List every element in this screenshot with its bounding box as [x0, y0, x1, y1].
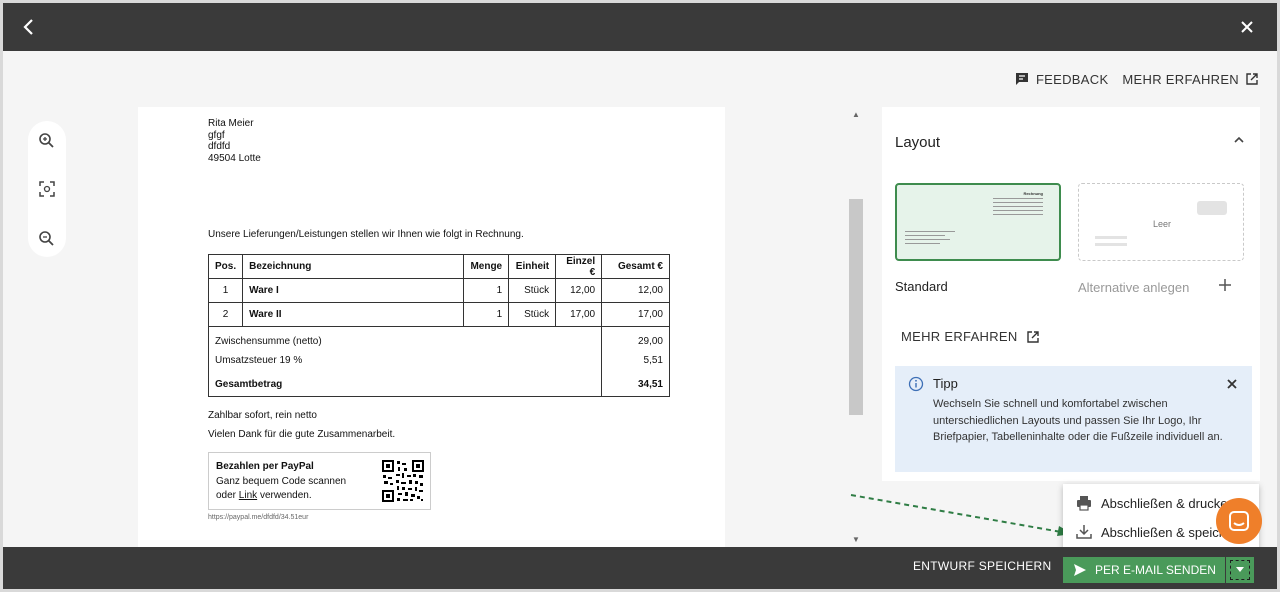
back-icon[interactable]	[17, 15, 41, 39]
info-icon	[908, 376, 924, 392]
table-header: Einzel €	[555, 254, 603, 279]
tip-text: Wechseln Sie schnell und komfortabel zwi…	[933, 398, 1223, 443]
subtotal-label: Zwischensumme (netto)	[215, 336, 322, 347]
table-header: Einheit	[508, 254, 557, 279]
tax-label: Umsatzsteuer 19 %	[215, 355, 303, 366]
external-link-icon	[1026, 330, 1039, 343]
external-link-icon	[1246, 73, 1258, 85]
learn-more-button[interactable]: MEHR ERFAHREN	[1122, 72, 1259, 87]
fit-to-screen-icon[interactable]	[37, 179, 57, 199]
table-row: 1 Ware I 1 Stück 12,00 12,00	[207, 278, 670, 303]
table-header: Gesamt €	[601, 254, 670, 279]
zoom-out-icon[interactable]	[37, 229, 57, 249]
send-email-button[interactable]: PER E-MAIL SENDEN	[1063, 557, 1225, 583]
table-cell: Stück	[508, 302, 557, 327]
table-header: Pos.	[207, 254, 244, 279]
empty-label: Leer	[1152, 219, 1171, 229]
thumbnail-heading: Rechnung	[1023, 191, 1043, 196]
address-line: gfgf	[208, 129, 225, 141]
feedback-button[interactable]: FEEDBACK	[1014, 71, 1108, 87]
totals-row: Zwischensumme (netto) Umsatzsteuer 19 % …	[207, 326, 670, 397]
total-label: Gesamtbetrag	[215, 379, 283, 390]
subtotal-value: 29,00	[637, 336, 663, 347]
table-cell: 17,00	[601, 302, 670, 327]
send-icon	[1074, 564, 1086, 576]
paypal-url: https://paypal.me/dfdfd/34.51eur	[208, 514, 309, 521]
top-links: FEEDBACK MEHR ERFAHREN	[1014, 71, 1259, 87]
table-cell: 1	[207, 278, 244, 303]
invoice-table: Pos. Bezeichnung Menge Einheit Einzel € …	[207, 254, 670, 397]
paypal-link[interactable]: Link	[239, 490, 257, 501]
feedback-label: FEEDBACK	[1035, 71, 1109, 87]
table-header-row: Pos. Bezeichnung Menge Einheit Einzel € …	[207, 254, 670, 279]
send-email-label: PER E-MAIL SENDEN	[1095, 563, 1216, 577]
table-cell: 1	[463, 278, 510, 303]
download-icon	[1076, 525, 1092, 539]
table-cell: Ware I	[242, 278, 465, 303]
paypal-title: Bezahlen per PayPal	[216, 461, 314, 472]
menu-item-label: Abschließen & drucken	[1101, 495, 1235, 511]
thanks-text: Vielen Dank für die gute Zusammenarbeit.	[208, 429, 396, 440]
alternative-label: Alternative anlegen	[1078, 280, 1190, 295]
panel-learn-more-label: MEHR ERFAHREN	[901, 329, 1018, 344]
table-cell: 2	[207, 302, 244, 327]
scrollbar-thumb[interactable]	[849, 199, 863, 415]
address-line: Rita Meier	[208, 118, 254, 129]
annotation-arrow	[850, 494, 1073, 536]
layout-standard-label: Standard	[895, 279, 948, 294]
recipient-address: Rita Meier gfgf dfdfd 49504 Lotte	[208, 118, 261, 164]
chat-icon	[1229, 511, 1249, 531]
address-line: 49504 Lotte	[208, 152, 261, 164]
top-bar	[3, 3, 1277, 51]
learn-more-label: MEHR ERFAHREN	[1122, 71, 1239, 87]
layout-title: Layout	[895, 134, 941, 151]
paypal-text: oder	[216, 490, 237, 501]
tax-value: 5,51	[643, 355, 663, 366]
qr-code-icon	[381, 459, 425, 503]
layout-empty-thumbnail[interactable]: Leer	[1078, 183, 1244, 261]
tip-close-icon[interactable]	[1225, 377, 1239, 396]
preview-scrollbar[interactable]: ▲ ▼	[849, 107, 863, 547]
chevron-up-icon[interactable]	[1232, 133, 1246, 150]
feedback-icon	[1015, 73, 1028, 85]
paypal-line: oder Link verwenden.	[216, 490, 312, 501]
table-cell: Stück	[508, 278, 557, 303]
save-draft-button[interactable]: ENTWURF SPEICHERN	[913, 559, 1051, 573]
payment-terms: Zahlbar sofort, rein netto	[208, 410, 317, 421]
zoom-in-icon[interactable]	[37, 131, 57, 151]
app-window: FEEDBACK MEHR ERFAHREN Rita Meier gfgf d…	[3, 3, 1277, 589]
table-cell: Ware II	[242, 302, 465, 327]
paypal-line: Ganz bequem Code scannen	[216, 476, 347, 487]
scroll-up-icon[interactable]: ▲	[852, 110, 860, 119]
tip-box: Tipp Wechseln Sie schnell und komfortabe…	[895, 366, 1252, 472]
total-value: 34,51	[637, 379, 663, 390]
panel-learn-more-button[interactable]: MEHR ERFAHREN	[901, 329, 1040, 344]
paypal-text: verwenden.	[259, 490, 312, 501]
table-header: Menge	[463, 254, 510, 279]
table-row: 2 Ware II 1 Stück 17,00 17,00	[207, 302, 670, 327]
chat-widget[interactable]	[1216, 498, 1262, 544]
zoom-controls	[28, 121, 66, 257]
tip-title: Tipp	[933, 376, 958, 391]
bottom-bar: ENTWURF SPEICHERN PER E-MAIL SENDEN	[3, 547, 1277, 589]
paypal-box: Bezahlen per PayPal Ganz bequem Code sca…	[208, 452, 431, 510]
layout-panel: Layout Rechnung Standard Leer Alternativ…	[882, 107, 1260, 481]
close-icon[interactable]	[1235, 15, 1259, 39]
invoice-preview: Rita Meier gfgf dfdfd 49504 Lotte Unsere…	[138, 107, 725, 547]
table-cell: 12,00	[601, 278, 670, 303]
table-cell: 17,00	[555, 302, 603, 327]
table-cell: 12,00	[555, 278, 603, 303]
printer-icon	[1077, 496, 1091, 511]
add-layout-icon[interactable]	[1217, 277, 1233, 298]
send-options-dropdown-button[interactable]	[1226, 557, 1254, 583]
chevron-down-icon	[1236, 567, 1244, 572]
table-cell: 1	[463, 302, 510, 327]
address-line: dfdfd	[208, 141, 231, 152]
invoice-intro: Unsere Lieferungen/Leistungen stellen wi…	[208, 229, 524, 240]
table-header: Bezeichnung	[242, 254, 465, 279]
layout-standard-thumbnail[interactable]: Rechnung	[895, 183, 1061, 261]
